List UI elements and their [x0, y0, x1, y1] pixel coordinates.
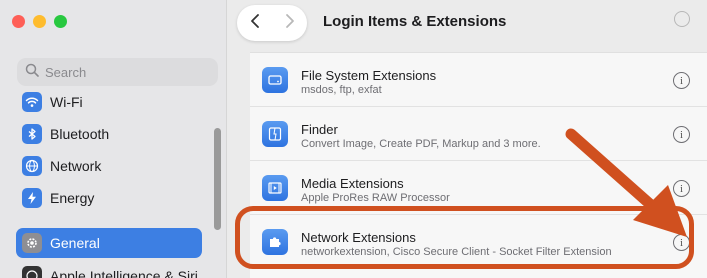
list-item-network-extensions[interactable]: Network Extensions networkextension, Cis…: [250, 215, 707, 269]
search-icon: [25, 63, 39, 82]
sidebar-item-label: Apple Intelligence & Siri: [50, 268, 198, 278]
sidebar-item-general[interactable]: General: [16, 228, 202, 258]
chevron-right-icon: [285, 13, 295, 34]
minimize-button[interactable]: [33, 15, 46, 28]
navigation-buttons: [237, 5, 307, 41]
drive-icon: [262, 67, 288, 93]
puzzle-icon: [262, 229, 288, 255]
info-button[interactable]: i: [673, 72, 690, 89]
sidebar-scrollbar[interactable]: [214, 128, 221, 230]
row-title: Finder: [301, 122, 338, 137]
sidebar-item-label: Bluetooth: [50, 126, 110, 142]
sidebar-item-label: General: [50, 235, 100, 251]
sidebar-item-wifi[interactable]: Wi-Fi: [16, 87, 202, 117]
wifi-icon: [22, 92, 42, 112]
info-button[interactable]: i: [673, 234, 690, 251]
sidebar: Wi-Fi Bluetooth Network Energy General A…: [0, 0, 227, 278]
row-subtitle: msdos, ftp, exfat: [301, 84, 382, 96]
sidebar-item-energy[interactable]: Energy: [16, 183, 202, 213]
row-title: File System Extensions: [301, 68, 437, 83]
sidebar-item-network[interactable]: Network: [16, 151, 202, 181]
sidebar-item-apple-intelligence[interactable]: Apple Intelligence & Siri: [16, 261, 202, 278]
sidebar-item-bluetooth[interactable]: Bluetooth: [16, 119, 202, 149]
row-subtitle: Convert Image, Create PDF, Markup and 3 …: [301, 138, 541, 150]
globe-icon: [22, 156, 42, 176]
media-icon: [262, 175, 288, 201]
sidebar-item-label: Energy: [50, 190, 95, 206]
row-title: Media Extensions: [301, 176, 404, 191]
info-button[interactable]: i: [673, 126, 690, 143]
list-item-file-system-extensions[interactable]: File System Extensions msdos, ftp, exfat…: [250, 53, 707, 107]
siri-icon: [22, 266, 42, 278]
search-field[interactable]: [17, 58, 218, 86]
sidebar-item-label: Network: [50, 158, 102, 174]
bolt-icon: [22, 188, 42, 208]
page-title: Login Items & Extensions: [323, 13, 507, 30]
sidebar-item-label: Wi-Fi: [50, 94, 83, 110]
finder-icon: [262, 121, 288, 147]
back-button[interactable]: [237, 5, 272, 41]
extensions-list: File System Extensions msdos, ftp, exfat…: [250, 52, 707, 278]
list-item-finder[interactable]: Finder Convert Image, Create PDF, Markup…: [250, 107, 707, 161]
bluetooth-icon: [22, 124, 42, 144]
row-title: Network Extensions: [301, 230, 416, 245]
search-input[interactable]: [45, 64, 195, 80]
list-item-media-extensions[interactable]: Media Extensions Apple ProRes RAW Proces…: [250, 161, 707, 215]
info-button[interactable]: i: [673, 180, 690, 197]
row-subtitle: networkextension, Cisco Secure Client - …: [301, 246, 612, 258]
window-controls: [12, 15, 67, 28]
close-button[interactable]: [12, 15, 25, 28]
zoom-button[interactable]: [54, 15, 67, 28]
forward-button[interactable]: [272, 5, 307, 41]
gear-icon: [22, 233, 42, 253]
row-subtitle: Apple ProRes RAW Processor: [301, 192, 450, 204]
header-info-icon[interactable]: [674, 11, 690, 27]
chevron-left-icon: [250, 13, 260, 34]
